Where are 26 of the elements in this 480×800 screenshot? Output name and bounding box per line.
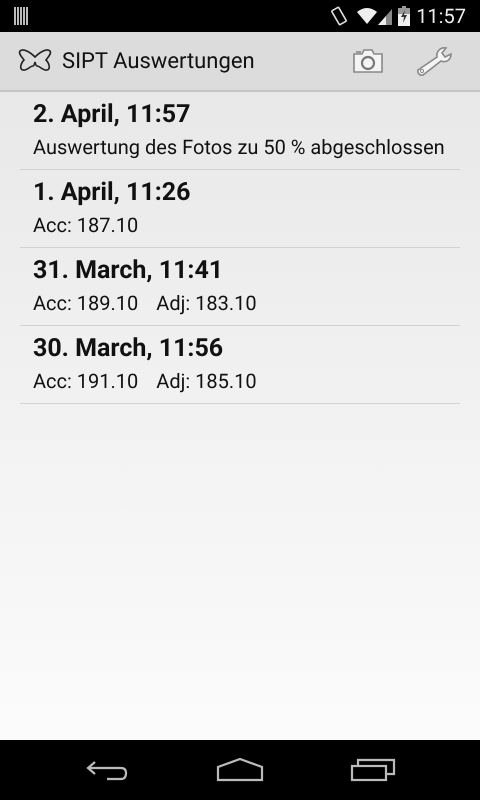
vibrate-icon xyxy=(330,6,348,26)
butterfly-icon xyxy=(18,48,52,74)
entry-detail: Acc: 187.10 xyxy=(33,212,138,238)
list-item[interactable]: 30. March, 11:56 Acc: 191.10 Adj: 185.10 xyxy=(20,326,460,404)
list-item[interactable]: 2. April, 11:57 Auswertung des Fotos zu 50 % abgeschlossen xyxy=(20,92,460,170)
entry-detail: Acc: 189.10 xyxy=(33,290,138,316)
entry-detail: Adj: 183.10 xyxy=(156,290,257,316)
list-item[interactable]: 31. March, 11:41 Acc: 189.10 Adj: 183.10 xyxy=(20,248,460,326)
home-icon xyxy=(216,758,264,782)
entry-date: 2. April, 11:57 xyxy=(33,99,192,131)
recent-apps-icon xyxy=(350,758,396,782)
wrench-icon xyxy=(415,46,453,76)
entry-date: 31. March, 11:41 xyxy=(33,255,224,287)
entry-detail: Auswertung des Fotos zu 50 % abgeschlossen xyxy=(33,134,445,160)
app-title: SIPT Auswertungen xyxy=(62,48,255,76)
list-item[interactable]: 1. April, 11:26 Acc: 187.10 xyxy=(20,170,460,248)
entry-detail: Adj: 185.10 xyxy=(156,368,257,394)
entry-date: 30. March, 11:56 xyxy=(33,333,224,365)
clock: 11:57 xyxy=(416,3,466,30)
camera-icon xyxy=(352,48,384,74)
battery-icon xyxy=(398,6,410,26)
back-icon xyxy=(84,758,129,782)
entry-date: 1. April, 11:26 xyxy=(33,177,192,209)
entry-detail: Acc: 191.10 xyxy=(33,368,138,394)
signal-icon xyxy=(378,7,392,25)
notification-icon xyxy=(14,7,28,25)
